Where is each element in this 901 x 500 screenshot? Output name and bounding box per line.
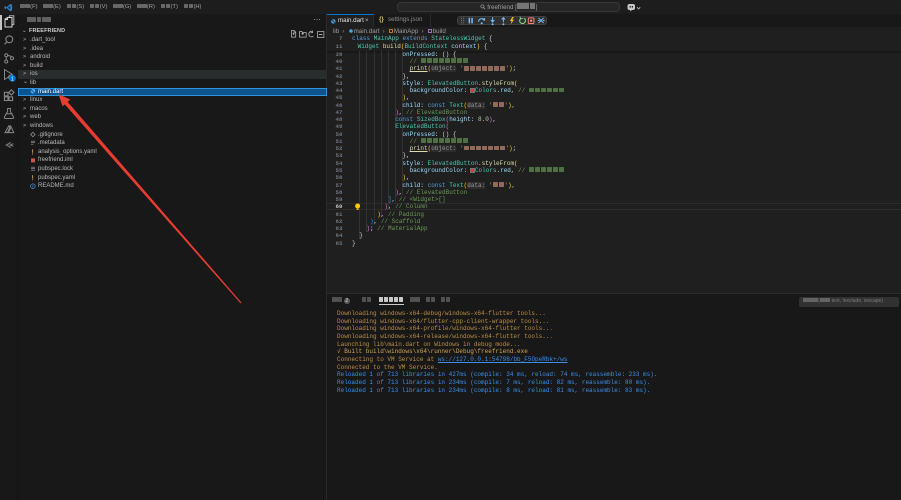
- svg-text:1: 1: [11, 76, 14, 82]
